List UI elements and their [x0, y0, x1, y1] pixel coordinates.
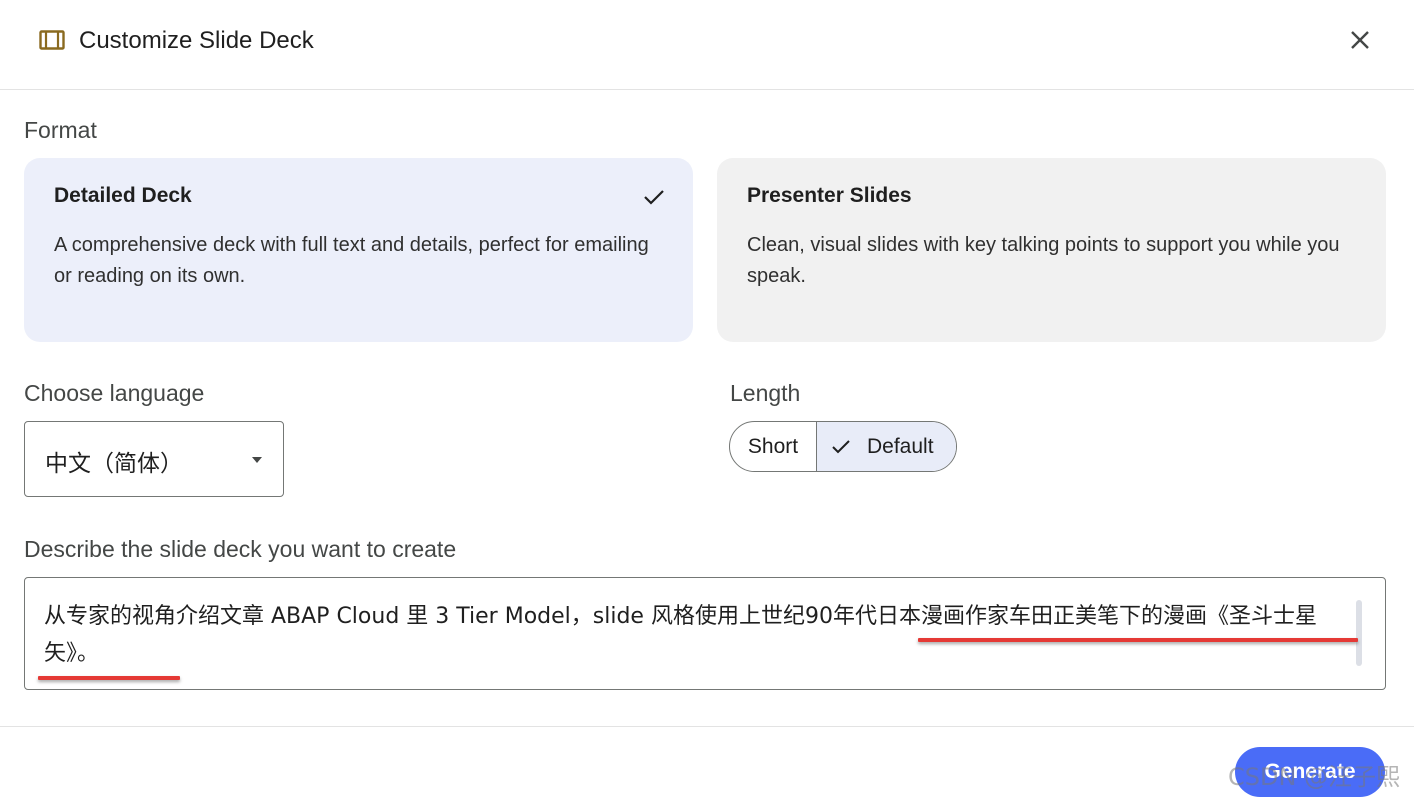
language-select[interactable]: 中文（简体）: [24, 421, 284, 497]
language-label: Choose language: [24, 380, 205, 406]
length-option-short[interactable]: Short: [730, 422, 817, 471]
length-option-default[interactable]: Default: [817, 422, 956, 471]
close-icon: [1351, 31, 1369, 49]
length-option-label: Default: [867, 434, 934, 458]
language-value: 中文（简体）: [45, 451, 183, 477]
check-icon: [644, 190, 664, 205]
format-option-detailed-deck[interactable]: Detailed Deck A comprehensive deck with …: [24, 158, 693, 342]
generate-button[interactable]: Generate: [1235, 747, 1385, 797]
annotation-underline: [918, 638, 1358, 642]
format-option-presenter-slides[interactable]: Presenter Slides Clean, visual slides wi…: [717, 158, 1386, 342]
description-text: 从专家的视角介绍文章 ABAP Cloud 里 3 Tier Model，sli…: [44, 604, 1317, 666]
format-label: Format: [24, 117, 97, 143]
description-label: Describe the slide deck you want to crea…: [24, 536, 457, 562]
format-option-description: Clean, visual slides with key talking po…: [747, 234, 1340, 287]
format-option-title: Detailed Deck: [54, 184, 192, 207]
textarea-scrollbar[interactable]: [1356, 600, 1362, 666]
description-textarea[interactable]: 从专家的视角介绍文章 ABAP Cloud 里 3 Tier Model，sli…: [24, 577, 1386, 690]
format-option-description: A comprehensive deck with full text and …: [54, 234, 649, 287]
annotation-underline: [38, 676, 180, 680]
footer-divider: [0, 726, 1414, 727]
dropdown-arrow-icon: [252, 457, 262, 463]
slide-deck-icon: [39, 30, 65, 50]
length-label: Length: [730, 380, 801, 406]
check-icon: [832, 439, 850, 453]
dialog-title: Customize Slide Deck: [79, 27, 314, 54]
format-option-title: Presenter Slides: [747, 184, 912, 207]
close-button[interactable]: [1344, 24, 1376, 56]
dialog-header: Customize Slide Deck: [0, 0, 1414, 90]
length-toggle: Short Default: [729, 421, 957, 472]
